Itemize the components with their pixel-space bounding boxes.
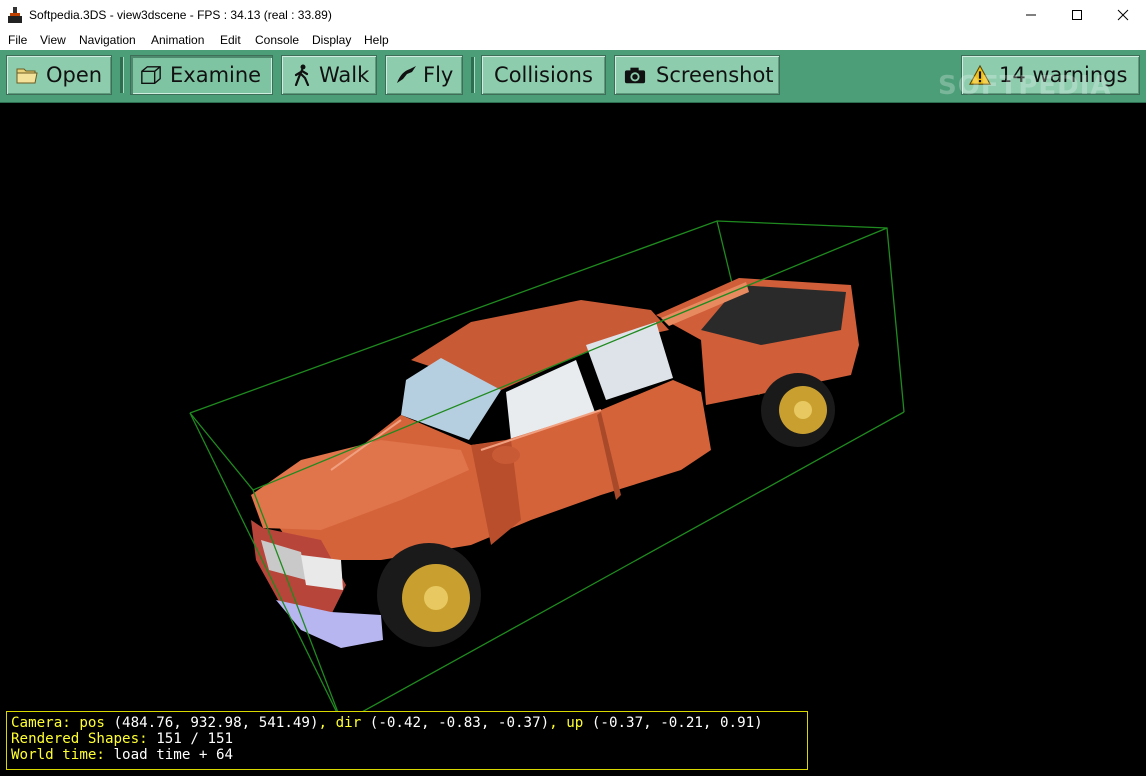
examine-button[interactable]: Examine xyxy=(130,55,273,95)
truck-model xyxy=(251,278,859,648)
walk-icon xyxy=(291,64,313,86)
menu-view[interactable]: View xyxy=(40,33,66,47)
menu-display[interactable]: Display xyxy=(312,33,351,47)
menu-bar: File View Navigation Animation Edit Cons… xyxy=(0,30,1146,50)
pos-label: pos xyxy=(79,715,105,731)
folder-icon xyxy=(16,64,38,86)
title-bar: Softpedia.3DS - view3dscene - FPS : 34.1… xyxy=(0,0,1146,30)
menu-file[interactable]: File xyxy=(8,33,27,47)
scene-viewport[interactable] xyxy=(1,103,1145,775)
collisions-label: Collisions xyxy=(494,63,593,87)
dir-label: dir xyxy=(335,715,362,731)
close-button[interactable] xyxy=(1100,0,1146,30)
shapes-value: 151 / 151 xyxy=(156,731,234,747)
screenshot-button[interactable]: Screenshot xyxy=(614,55,780,95)
examine-label: Examine xyxy=(170,63,262,87)
maximize-icon xyxy=(1072,10,1082,20)
time-label: World time: xyxy=(11,747,105,763)
menu-help[interactable]: Help xyxy=(364,33,389,47)
close-icon xyxy=(1117,9,1129,21)
walk-button[interactable]: Walk xyxy=(281,55,377,95)
up-value: (-0.37, -0.21, 0.91) xyxy=(591,715,763,731)
pos-value: (484.76, 932.98, 541.49) xyxy=(113,715,319,731)
menu-navigation[interactable]: Navigation xyxy=(79,33,136,47)
toolbar-separator xyxy=(471,57,475,93)
shapes-label: Rendered Shapes: xyxy=(11,731,148,747)
camera-label: Camera: xyxy=(11,715,71,731)
dir-value: (-0.42, -0.83, -0.37) xyxy=(369,715,550,731)
status-overlay: Camera: pos (484.76, 932.98, 541.49), di… xyxy=(6,711,808,770)
up-label: up xyxy=(566,715,584,731)
walk-label: Walk xyxy=(319,63,370,87)
cube-icon xyxy=(140,64,162,86)
scene-canvas xyxy=(189,220,905,724)
open-button[interactable]: Open xyxy=(6,55,112,95)
fly-label: Fly xyxy=(423,63,454,87)
fly-button[interactable]: Fly xyxy=(385,55,463,95)
open-label: Open xyxy=(46,63,103,87)
watermark: SOFTPEDIA xyxy=(938,71,1112,101)
toolbar-separator xyxy=(120,57,124,93)
bird-icon xyxy=(395,64,417,86)
screenshot-label: Screenshot xyxy=(656,63,774,87)
menu-edit[interactable]: Edit xyxy=(220,33,241,47)
collisions-button[interactable]: Collisions xyxy=(481,55,606,95)
time-value: load time + 64 xyxy=(113,747,234,763)
window-title: Softpedia.3DS - view3dscene - FPS : 34.1… xyxy=(29,8,332,22)
menu-console[interactable]: Console xyxy=(255,33,299,47)
minimize-icon xyxy=(1026,14,1036,16)
maximize-button[interactable] xyxy=(1054,0,1100,30)
camera-icon xyxy=(624,64,646,86)
app-icon xyxy=(8,7,22,23)
minimize-button[interactable] xyxy=(1008,0,1054,30)
menu-animation[interactable]: Animation xyxy=(151,33,204,47)
